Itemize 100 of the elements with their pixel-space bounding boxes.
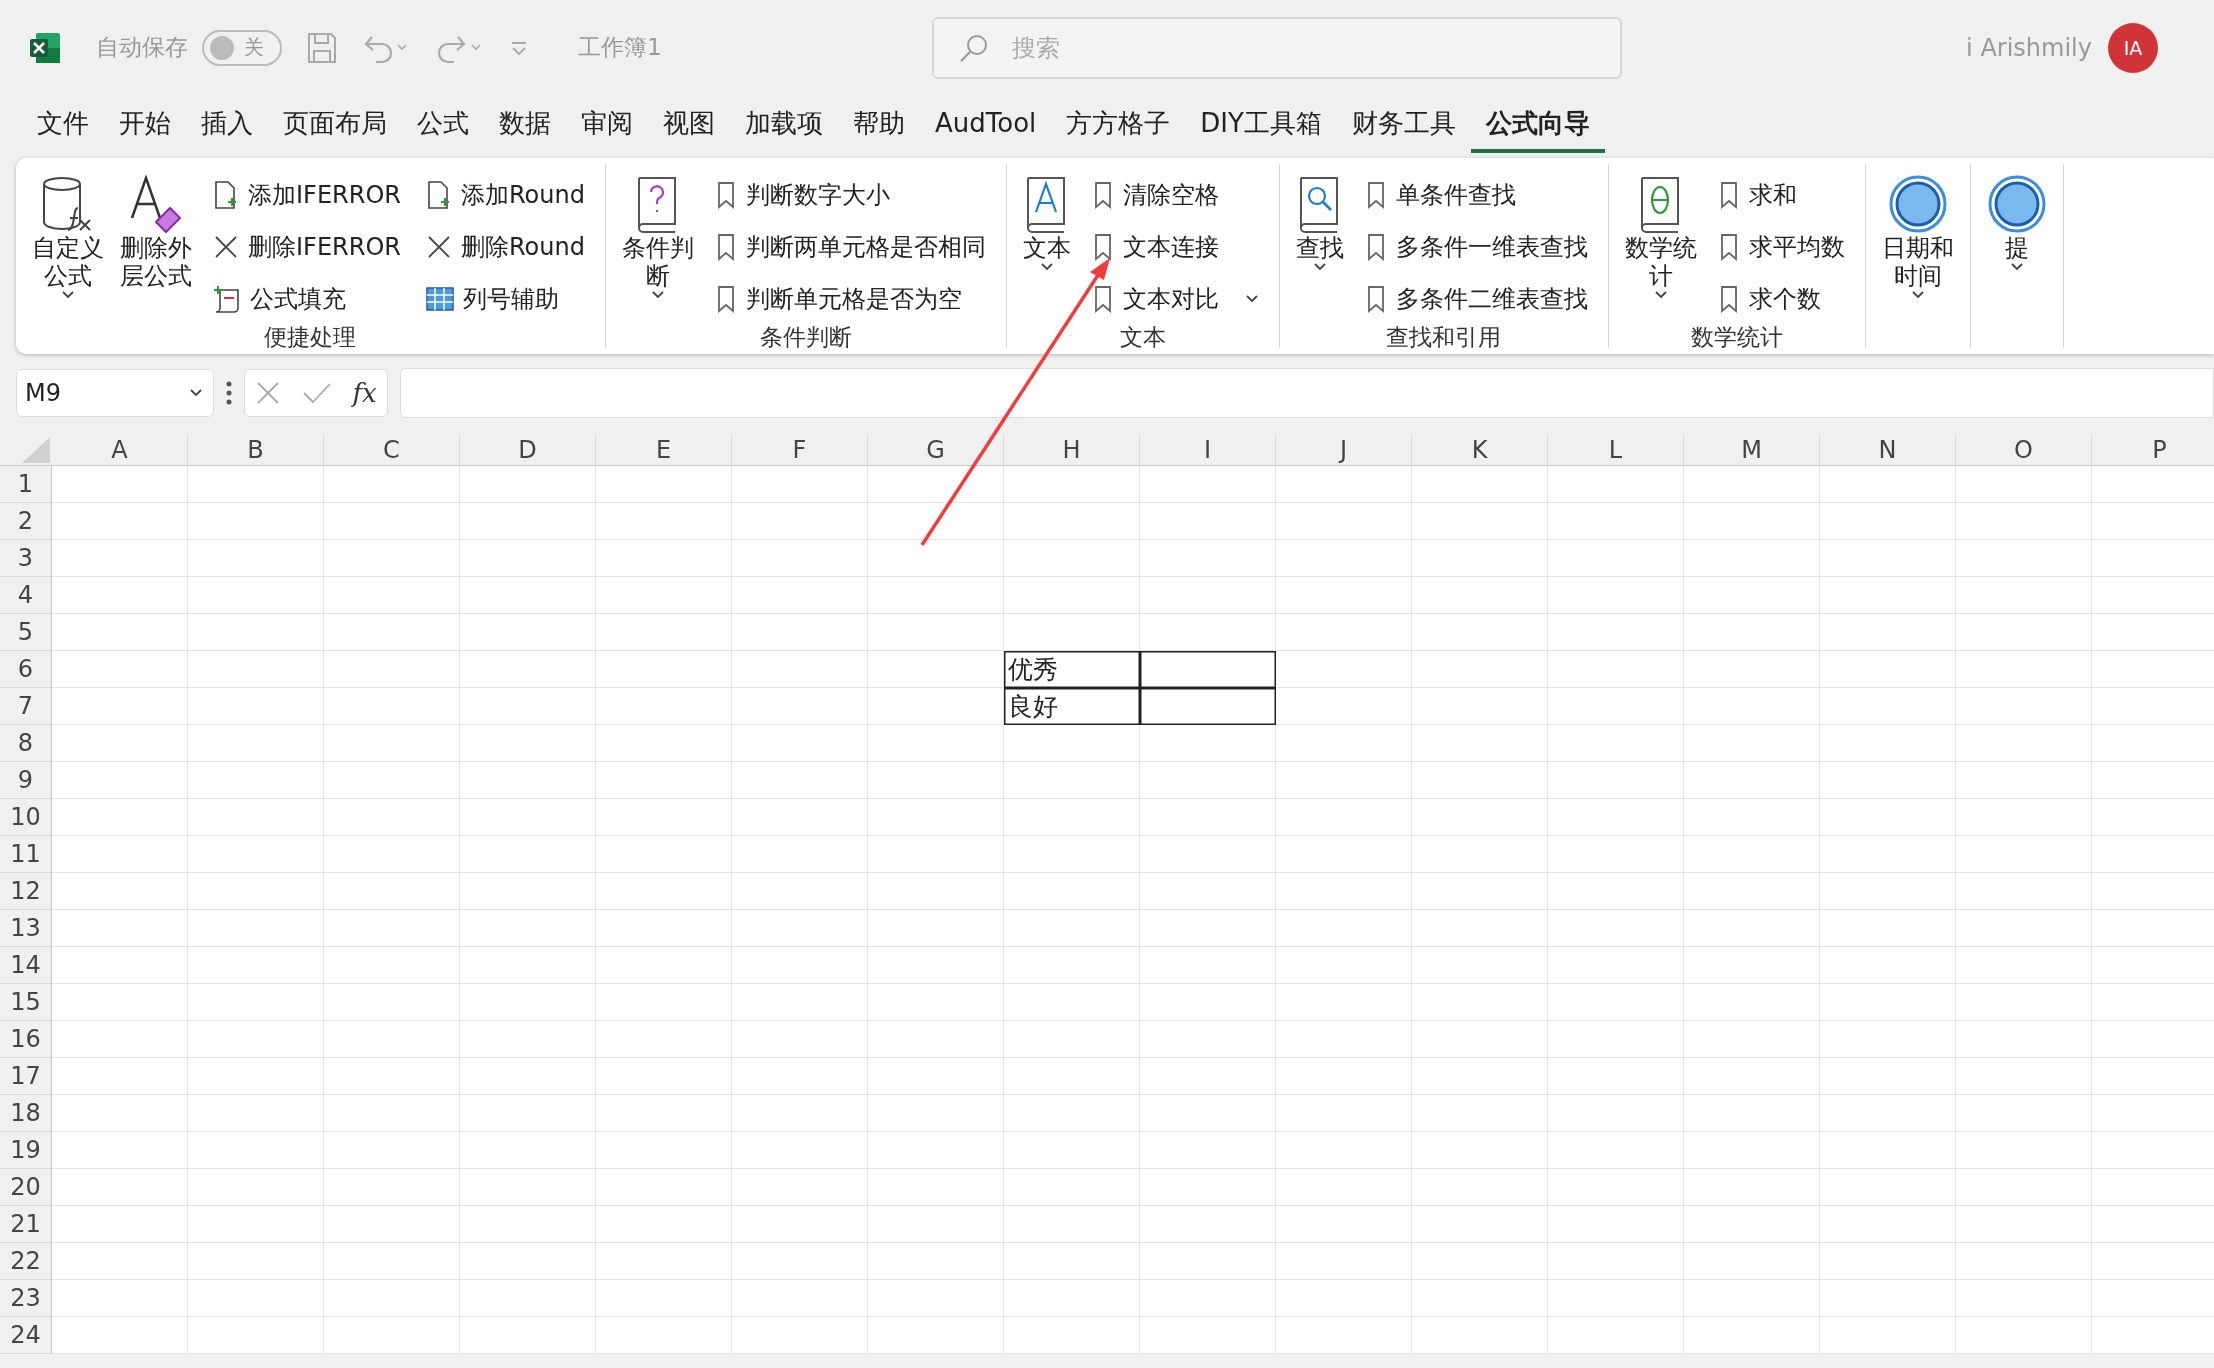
scroll-icon <box>212 284 242 314</box>
ribbon-button[interactable]: 求平均数 <box>1712 224 1849 270</box>
ribbon-tab[interactable]: 帮助 <box>838 97 920 153</box>
grid-icon <box>424 285 455 313</box>
circle-icon <box>1986 174 2047 234</box>
ribbon-tab[interactable]: 页面布局 <box>268 97 402 153</box>
ribbon-tab[interactable]: 数据 <box>484 97 566 153</box>
row-header[interactable]: 12 <box>0 873 52 910</box>
row-header[interactable]: 22 <box>0 1243 52 1280</box>
row-header[interactable]: 7 <box>0 688 52 725</box>
ribbon-button[interactable]: 列号辅助 <box>420 276 589 322</box>
search-field[interactable]: 搜索 <box>931 16 1622 79</box>
formula-input[interactable] <box>400 368 2214 418</box>
column-header[interactable]: B <box>188 434 324 466</box>
ribbon-button[interactable]: 提 <box>1980 172 2053 318</box>
ribbon-button[interactable]: 判断两单元格是否相同 <box>709 224 990 270</box>
ribbon-button[interactable]: 条件判 断 <box>615 172 700 322</box>
ribbon-button[interactable]: 自定义 公式 <box>26 172 110 322</box>
row-header[interactable]: 4 <box>0 577 52 614</box>
ribbon-button[interactable]: 多条件二维表查找 <box>1359 276 1592 322</box>
ribbon-button[interactable]: 删除IFERROR <box>208 224 405 270</box>
ribbon-button[interactable]: 删除Round <box>420 224 589 270</box>
column-header[interactable]: H <box>1004 434 1140 466</box>
row-header[interactable]: 8 <box>0 725 52 762</box>
row-header[interactable]: 9 <box>0 762 52 799</box>
column-header[interactable]: O <box>1956 434 2092 466</box>
column-header[interactable]: K <box>1412 434 1548 466</box>
row-header[interactable]: 20 <box>0 1169 52 1206</box>
row-header[interactable]: 21 <box>0 1206 52 1243</box>
row-header[interactable]: 15 <box>0 984 52 1021</box>
group-label: 数学统计 <box>1690 323 1783 352</box>
column-header[interactable]: N <box>1820 434 1956 466</box>
column-header[interactable]: P <box>2092 434 2214 466</box>
column-header[interactable]: M <box>1684 434 1820 466</box>
column-header[interactable]: C <box>324 434 460 466</box>
ribbon-button[interactable]: 文本 <box>1016 172 1077 322</box>
row-header[interactable]: 10 <box>0 799 52 836</box>
ribbon-button[interactable]: 公式填充 <box>208 276 405 322</box>
table-cell: 良好 <box>1004 688 1140 725</box>
ribbon-tab[interactable]: AudTool <box>920 100 1052 150</box>
ribbon-button[interactable]: 添加IFERROR <box>208 172 405 218</box>
row-header[interactable]: 1 <box>0 466 52 503</box>
ribbon-tab[interactable]: 公式向导 <box>1470 97 1605 153</box>
ribbon-tab[interactable]: 公式 <box>402 97 484 153</box>
row-header[interactable]: 19 <box>0 1132 52 1169</box>
ribbon-tab[interactable]: 财务工具 <box>1336 97 1471 153</box>
group-label: 文本 <box>1119 323 1166 352</box>
ribbon-tab[interactable]: 视图 <box>648 97 730 153</box>
circle-icon <box>1887 174 1948 234</box>
ribbon-button[interactable]: 删除外 层公式 <box>114 172 198 322</box>
row-header[interactable]: 13 <box>0 910 52 947</box>
column-header[interactable]: G <box>868 434 1004 466</box>
ribbon-tab[interactable]: 文件 <box>22 97 104 153</box>
ribbon-tab[interactable]: 审阅 <box>566 97 648 153</box>
ribbon-button[interactable]: 求和 <box>1712 172 1849 218</box>
column-header[interactable]: A <box>52 434 188 466</box>
ribbon-button[interactable]: 判断数字大小 <box>709 172 990 218</box>
ribbon-button[interactable]: 判断单元格是否为空 <box>709 276 990 322</box>
row-header[interactable]: 6 <box>0 651 52 688</box>
ribbon-button[interactable]: 求个数 <box>1712 276 1849 322</box>
save-icon[interactable] <box>306 30 338 65</box>
row-header[interactable]: 3 <box>0 540 52 577</box>
table-cell: 优秀 <box>1004 651 1140 688</box>
ribbon-tab[interactable]: 开始 <box>104 97 186 153</box>
ribbon-button[interactable]: 数学统 计 <box>1618 172 1703 322</box>
more-options-icon[interactable] <box>226 381 232 405</box>
ribbon-button[interactable]: 查找 <box>1289 172 1350 322</box>
ribbon-button[interactable]: 单条件查找 <box>1359 172 1592 218</box>
user-avatar[interactable]: IA <box>2108 22 2158 73</box>
excel-logo-icon <box>28 30 62 65</box>
row-header[interactable]: 24 <box>0 1317 52 1354</box>
row-header[interactable]: 5 <box>0 614 52 651</box>
ribbon-button[interactable]: 多条件一维表查找 <box>1359 224 1592 270</box>
row-header[interactable]: 18 <box>0 1095 52 1132</box>
cancel-icon[interactable] <box>255 380 282 406</box>
ribbon-button[interactable]: 文本对比 <box>1086 276 1263 322</box>
column-header[interactable]: J <box>1276 434 1412 466</box>
select-all-icon[interactable] <box>22 437 50 463</box>
column-header[interactable]: I <box>1140 434 1276 466</box>
row-header[interactable]: 23 <box>0 1280 52 1317</box>
column-header[interactable]: L <box>1548 434 1684 466</box>
ribbon-tab[interactable]: 加载项 <box>730 97 838 153</box>
column-header[interactable]: F <box>732 434 868 466</box>
ribbon-tab[interactable]: 方方格子 <box>1051 97 1186 153</box>
ribbon-button[interactable]: 添加Round <box>420 172 589 218</box>
column-header[interactable]: E <box>596 434 732 466</box>
row-header[interactable]: 16 <box>0 1021 52 1058</box>
row-header[interactable]: 2 <box>0 503 52 540</box>
column-header[interactable]: D <box>460 434 596 466</box>
row-header[interactable]: 11 <box>0 836 52 873</box>
row-header[interactable]: 17 <box>0 1058 52 1095</box>
insert-function-button[interactable]: fx <box>352 378 377 408</box>
ribbon-tab[interactable]: DIY工具箱 <box>1185 97 1337 153</box>
name-box[interactable]: M9 <box>16 369 214 417</box>
ribbon-button[interactable]: 清除空格 <box>1086 172 1263 218</box>
ribbon-button[interactable]: 文本连接 <box>1086 224 1263 270</box>
autosave-label: 自动保存 <box>96 33 188 62</box>
ribbon-tab[interactable]: 插入 <box>186 97 268 153</box>
ribbon-button[interactable]: 日期和 时间 <box>1875 172 1960 318</box>
row-header[interactable]: 14 <box>0 947 52 984</box>
